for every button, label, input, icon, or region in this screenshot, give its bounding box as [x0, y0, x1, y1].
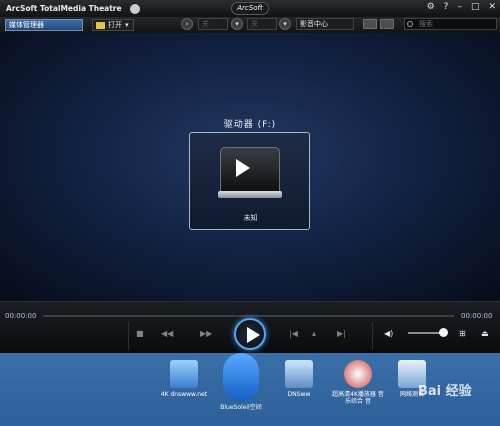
grid-view-icon[interactable] [363, 19, 377, 29]
dropdown-2[interactable]: 关 [247, 18, 277, 30]
open-button[interactable]: 打开 ▾ [92, 19, 134, 31]
drive-label: 驱动器 (F:) [223, 120, 277, 130]
desktop-icon-label: DNSww [287, 391, 311, 398]
chevron-down-icon[interactable]: ▾ [231, 18, 243, 30]
divider [372, 322, 373, 350]
play-icon [247, 327, 260, 343]
time-total: 00:00:00 [461, 312, 493, 320]
dropdown-1[interactable]: 关 [198, 18, 228, 30]
desktop-icon-label: BlueSoleil空间 [220, 404, 262, 411]
disc-icon [344, 360, 372, 388]
desktop-icon-label: 4K dnswww.net [160, 391, 208, 398]
list-view-icon[interactable] [380, 19, 394, 29]
stop-icon[interactable]: ■ [136, 329, 144, 338]
arcsoft-logo: ArcSoft [231, 2, 269, 15]
fullscreen-icon[interactable]: ⊞ [459, 329, 466, 338]
desktop-icon-label: 超高清4K播放器 音乐综合 音 [332, 391, 384, 405]
fast-forward-icon[interactable]: ▶▶ [200, 329, 212, 338]
view-toggle [363, 19, 394, 29]
play-button[interactable] [234, 318, 266, 350]
play-icon [236, 159, 250, 177]
next-icon[interactable]: ▶| [337, 329, 346, 338]
network-icon [170, 360, 198, 388]
time-elapsed: 00:00:00 [5, 312, 37, 320]
volume-knob[interactable] [439, 328, 448, 337]
seek-bar[interactable] [43, 315, 454, 317]
eject-icon[interactable]: ⏏ [481, 329, 489, 338]
window-controls: ⚙ ? – □ ✕ [427, 2, 496, 12]
media-manager-label: 媒体管理器 [9, 21, 44, 29]
volume-icon[interactable]: ◀) [384, 329, 393, 338]
up-icon[interactable]: ▴ [312, 329, 316, 338]
drive-name: 未知 [243, 214, 258, 222]
settings-icon[interactable]: ⚙ [427, 2, 435, 12]
open-label: 打开 [108, 21, 122, 29]
drive-tile[interactable]: 未知 [189, 132, 310, 230]
mode-dropdown[interactable]: 影音中心 [296, 18, 354, 30]
watermark: Bai 经验 [418, 384, 472, 399]
desktop-icon-player[interactable]: 超高清4K播放器 音乐综合 音 [332, 360, 384, 405]
search-input[interactable]: 搜索 [404, 18, 497, 30]
media-manager-button[interactable]: 媒体管理器 [5, 19, 83, 31]
drive-base-icon [218, 191, 282, 198]
help-button[interactable]: ? [444, 2, 449, 12]
chevron-down-icon: ▾ [125, 21, 129, 29]
app-logo-icon [129, 3, 140, 14]
desktop-icon-network[interactable]: 4K dnswww.net [158, 360, 210, 398]
chevron-down-icon[interactable]: ▾ [279, 18, 291, 30]
maximize-button[interactable]: □ [471, 2, 480, 12]
drive-icon [220, 147, 280, 195]
rewind-icon[interactable]: ◀◀ [161, 329, 173, 338]
expand-arrow-button[interactable]: › [181, 18, 193, 30]
search-icon [407, 21, 413, 27]
previous-icon[interactable]: |◀ [289, 329, 298, 338]
desktop-icon-bluetooth[interactable]: BlueSoleil空间 [215, 353, 267, 411]
divider [128, 322, 129, 350]
app-title: ArcSoft TotalMedia Theatre [6, 4, 122, 13]
close-button[interactable]: ✕ [488, 2, 496, 12]
folder-icon [96, 21, 105, 29]
computer-icon [285, 360, 313, 388]
minimize-button[interactable]: – [457, 2, 462, 12]
media-area: 驱动器 (F:) 未知 [0, 33, 500, 301]
desktop-icon-computer[interactable]: DNSww [273, 360, 325, 398]
bluetooth-icon [223, 353, 259, 401]
